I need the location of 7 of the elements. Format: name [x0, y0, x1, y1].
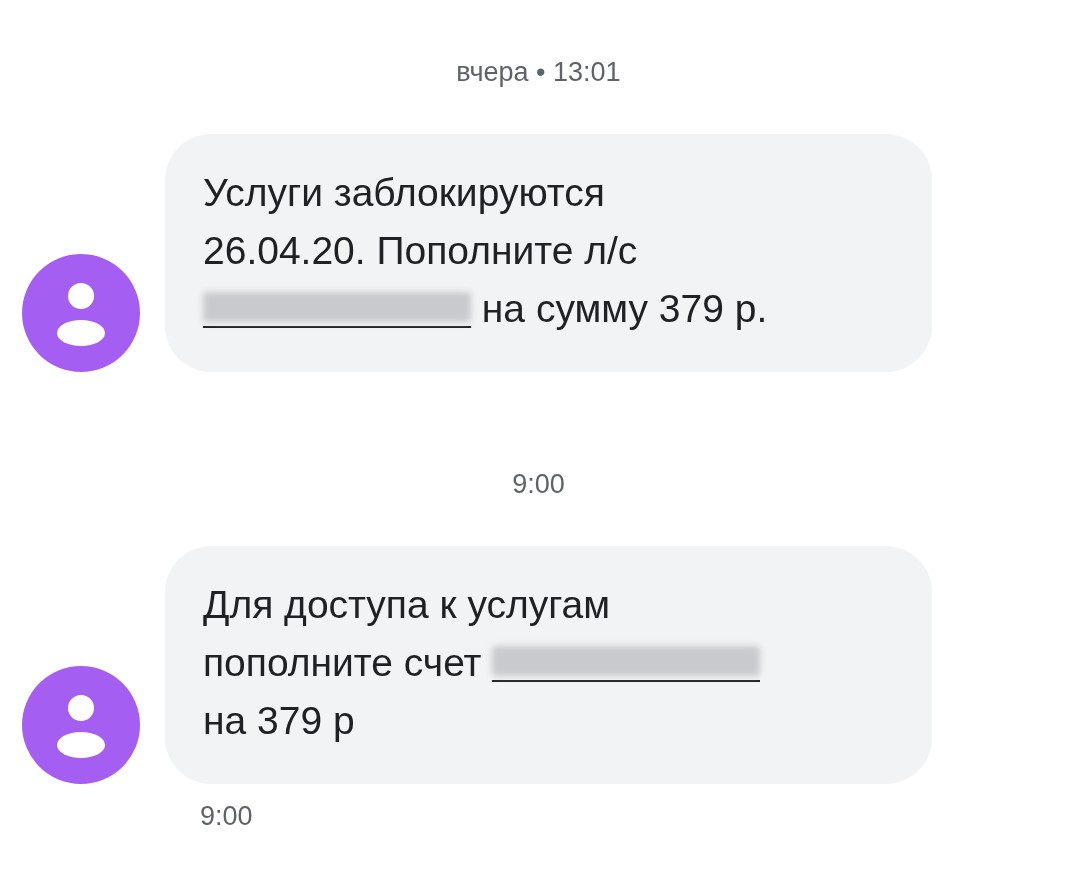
message-text: Услуги заблокируются 26.04.20. Пополните л/с на сумму 379 р. — [203, 170, 769, 332]
message-time: 9:00 — [200, 801, 253, 831]
avatar-icon — [22, 666, 140, 784]
timestamp: вчера • 13:01 — [456, 56, 621, 89]
timestamp: 9:00 — [512, 468, 565, 501]
message-text: Для доступа к услугам пополните счет на 379 р — [203, 576, 894, 750]
avatar-icon — [22, 254, 140, 372]
